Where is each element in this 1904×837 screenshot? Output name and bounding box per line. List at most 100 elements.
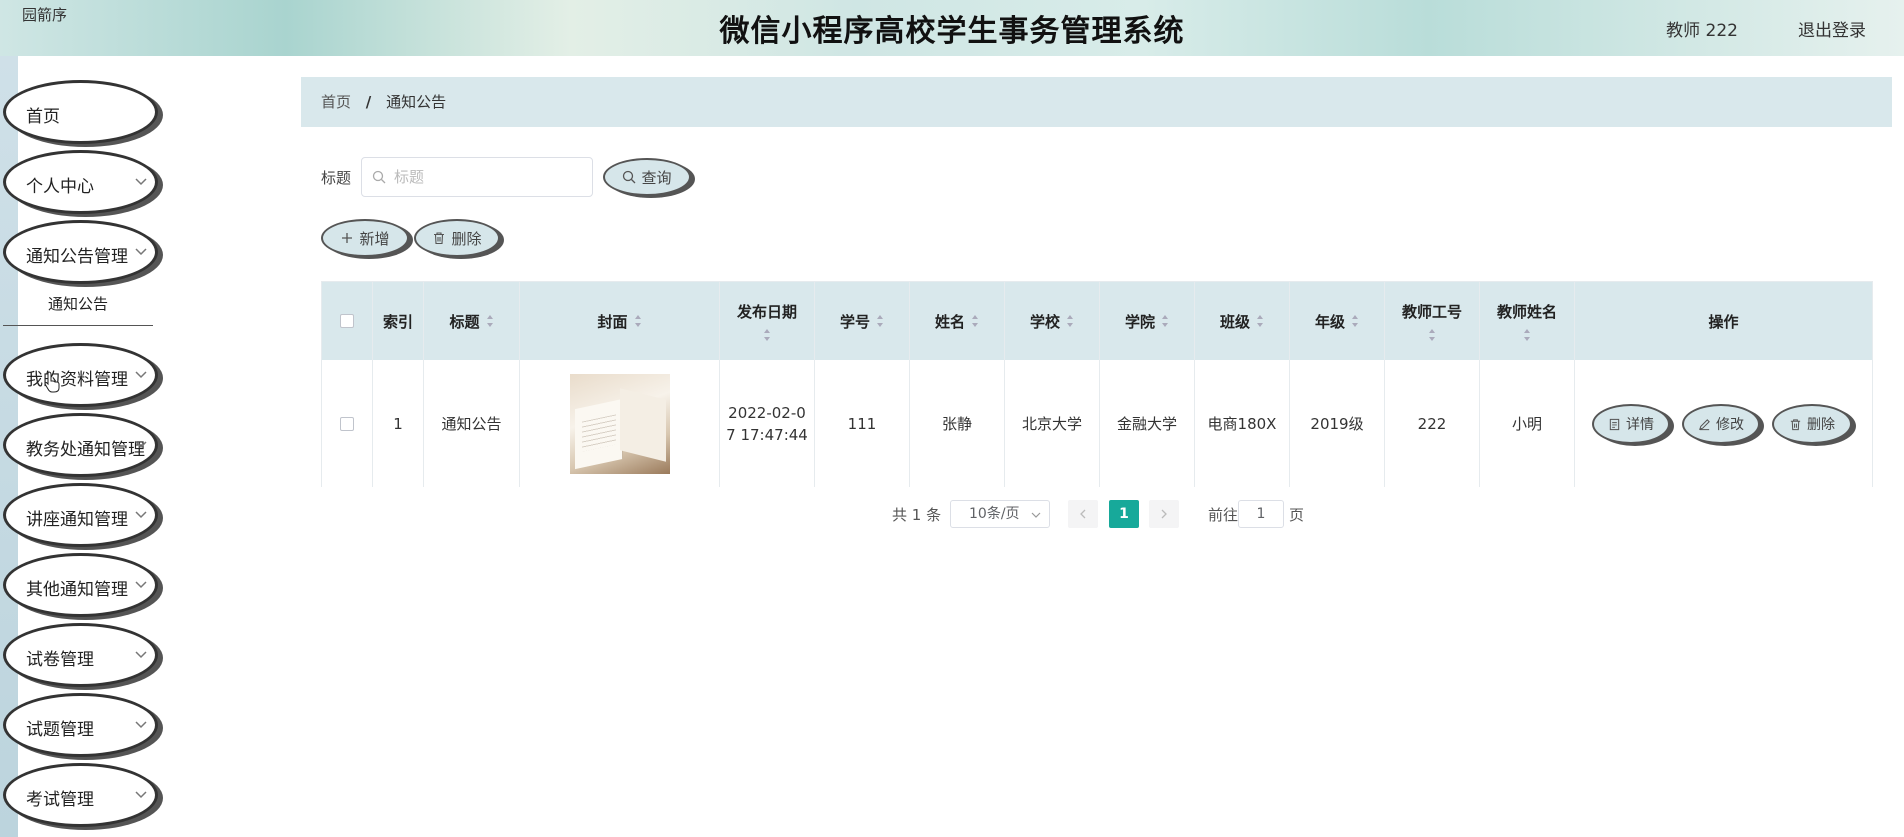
sort-icon[interactable] [1066,314,1074,328]
search-box [361,157,593,197]
edit-button[interactable]: 修改 [1682,404,1760,444]
batch-delete-button-label: 删除 [451,229,482,248]
sidebar-item-label: 讲座通知管理 [26,510,128,530]
cell-college: 金融大学 [1100,360,1195,487]
breadcrumb-separator: / [365,93,372,111]
mouse-cursor-icon [44,371,60,393]
edit-button-label: 修改 [1716,417,1744,433]
cell-class: 电商180X [1195,360,1290,487]
sidebar-item-my-profile-management[interactable]: 我的资料管理 [3,343,158,407]
cell-title: 通知公告 [424,360,520,487]
header-teacher-no-label: 教师工号 [1401,302,1462,321]
header-college-label: 学院 [1124,312,1155,331]
sidebar-item-label: 首页 [26,107,60,127]
breadcrumb-current: 通知公告 [386,93,447,111]
header-cover[interactable]: 封面 [520,282,720,360]
header-date[interactable]: 发布日期 [720,282,815,360]
search-icon [372,170,386,184]
document-icon [1609,418,1620,430]
header-class[interactable]: 班级 [1195,282,1290,360]
header-teacher-no[interactable]: 教师工号 [1385,282,1480,360]
header-title-label: 标题 [449,312,480,331]
chevron-down-icon [135,511,147,519]
row-checkbox[interactable] [340,416,354,431]
notice-table: 索引 标题 封面 发布日期 学号 姓名 学校 学院 班级 年级 教师工号 教师姓… [321,281,1873,487]
row-delete-button-label: 删除 [1807,417,1835,433]
sort-icon[interactable] [634,314,642,328]
row-delete-button[interactable]: 删除 [1772,404,1852,444]
header-grade[interactable]: 年级 [1290,282,1385,360]
prev-page-button[interactable] [1068,500,1098,528]
page-title: 微信小程序高校学生事务管理系统 [719,14,1185,49]
chevron-down-icon [135,248,147,256]
sidebar-subitem-notice[interactable]: 通知公告 [3,284,153,326]
sort-icon[interactable] [1161,314,1169,328]
logout-link[interactable]: 退出登录 [1798,16,1866,41]
chevron-left-icon [1080,509,1086,519]
sort-icon[interactable] [1523,328,1531,342]
header-grade-label: 年级 [1314,312,1345,331]
header-title[interactable]: 标题 [424,282,520,360]
search-icon [623,170,636,184]
chevron-down-icon [135,178,147,186]
sidebar-item-exam-management[interactable]: 考试管理 [3,763,158,827]
sidebar-item-label: 教务处通知管理 [26,440,145,460]
breadcrumb-home[interactable]: 首页 [321,93,351,111]
page-size-select[interactable]: 10条/页 [950,500,1050,528]
header-index: 索引 [373,282,424,360]
goto-label: 前往 [1208,506,1239,524]
batch-delete-button[interactable]: 删除 [414,219,500,257]
sidebar-item-paper-management[interactable]: 试卷管理 [3,623,158,687]
sidebar-item-label: 试题管理 [26,720,94,740]
add-button[interactable]: 新增 [321,219,409,257]
search-label: 标题 [321,169,352,187]
select-all-checkbox[interactable] [340,314,354,328]
sidebar-item-lecture-notice[interactable]: 讲座通知管理 [3,483,158,547]
sort-icon[interactable] [486,314,494,328]
header-college[interactable]: 学院 [1100,282,1195,360]
header-name[interactable]: 姓名 [910,282,1005,360]
page-number-current[interactable]: 1 [1109,500,1139,528]
header-student-no-label: 学号 [839,312,870,331]
search-input[interactable] [392,166,582,188]
goto-page-input[interactable]: 1 [1238,500,1284,528]
plus-icon [342,233,353,243]
detail-button-label: 详情 [1626,417,1654,433]
chevron-down-icon [135,791,147,799]
detail-button[interactable]: 详情 [1592,404,1670,444]
sidebar-item-label: 考试管理 [26,790,94,810]
trash-icon [1790,418,1801,430]
sidebar-item-other-notice[interactable]: 其他通知管理 [3,553,158,617]
sidebar-item-profile[interactable]: 个人中心 [3,150,158,214]
sort-icon[interactable] [971,314,979,328]
header-student-no[interactable]: 学号 [815,282,910,360]
current-user: 教师 222 [1666,21,1738,41]
cell-actions: 详情 修改 删除 [1575,360,1872,487]
cell-date: 2022-02-0 7 17:47:44 [720,360,815,487]
query-button[interactable]: 查询 [603,158,691,196]
sort-icon[interactable] [1428,328,1436,342]
sidebar-item-home[interactable]: 首页 [3,80,158,144]
chevron-down-icon [1031,512,1041,518]
cell-date-line1: 2022-02-0 [728,403,806,422]
cell-cover [520,360,720,487]
sidebar-item-question-management[interactable]: 试题管理 [3,693,158,757]
header-teacher-name[interactable]: 教师姓名 [1480,282,1575,360]
sort-icon[interactable] [1256,314,1264,328]
header-school[interactable]: 学校 [1005,282,1100,360]
cell-grade: 2019级 [1290,360,1385,487]
cell-teacher-no: 222 [1385,360,1480,487]
sort-icon[interactable] [876,314,884,328]
sort-icon[interactable] [763,328,771,342]
add-button-label: 新增 [359,229,390,248]
cell-date-line2: 7 17:47:44 [726,425,808,444]
sidebar-item-label: 其他通知管理 [26,580,128,600]
cell-student-no: 111 [815,360,910,487]
edit-pencil-icon [1699,418,1710,430]
chevron-down-icon [135,371,147,379]
header-date-label: 发布日期 [736,302,797,321]
sort-icon[interactable] [1351,314,1359,328]
sidebar-item-academic-notice[interactable]: 教务处通知管理 [3,413,158,477]
next-page-button[interactable] [1149,500,1179,528]
sidebar-item-notice-management[interactable]: 通知公告管理 [3,220,158,284]
